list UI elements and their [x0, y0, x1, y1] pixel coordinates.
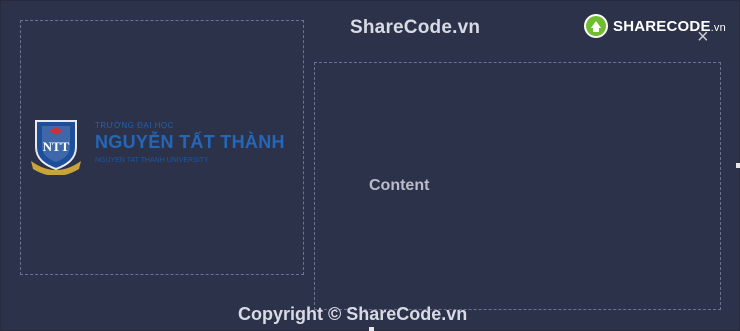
logo-line2: NGUYỄN TẤT THÀNH: [95, 132, 285, 152]
brand-name-suffix: .vn: [710, 21, 726, 34]
brand-name: SHARECODE.vn: [613, 18, 726, 35]
resize-handle-bottom[interactable]: [369, 327, 374, 331]
logo-panel: NTT TRƯỜNG ĐẠI HỌC NGUYỄN TẤT THÀNH NGUY…: [20, 20, 304, 275]
logo-line3: NGUYEN TAT THANH UNIVERSITY: [95, 157, 209, 164]
content-label: Content: [369, 177, 430, 194]
content-panel: Content: [314, 62, 721, 310]
app-frame: NTT TRƯỜNG ĐẠI HỌC NGUYỄN TẤT THÀNH NGUY…: [0, 0, 740, 331]
sharecode-logo-icon: [584, 14, 608, 38]
watermark-top: ShareCode.vn: [350, 17, 481, 38]
university-logo: NTT TRƯỜNG ĐẠI HỌC NGUYỄN TẤT THÀNH NGUY…: [29, 117, 299, 177]
svg-text:NTT: NTT: [43, 139, 70, 154]
resize-handle-right[interactable]: [736, 163, 740, 168]
close-icon: ×: [697, 26, 709, 48]
close-button[interactable]: ×: [697, 27, 709, 47]
watermark-bottom: Copyright © ShareCode.vn: [238, 304, 468, 324]
brand-name-main: SHARECODE: [613, 17, 711, 35]
logo-text-block: TRƯỜNG ĐẠI HỌC NGUYỄN TẤT THÀNH NGUYEN T…: [95, 117, 295, 164]
logo-line1: TRƯỜNG ĐẠI HỌC: [95, 121, 174, 130]
university-crest-icon: NTT: [31, 120, 81, 175]
